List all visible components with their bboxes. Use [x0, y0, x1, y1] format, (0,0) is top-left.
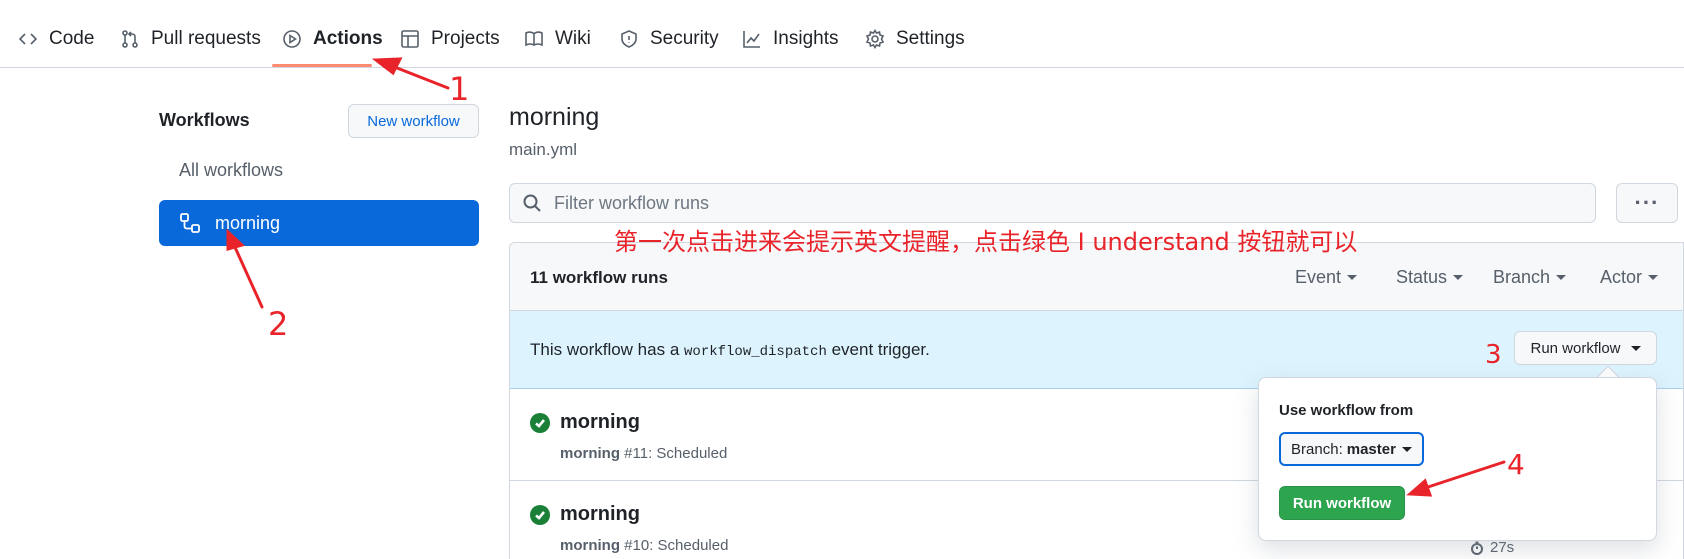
dispatch-code: workflow_dispatch: [684, 344, 827, 360]
run-event: : Scheduled: [649, 537, 729, 554]
run-workflow-label: Run workflow: [1530, 339, 1621, 357]
run-event: : Scheduled: [648, 445, 728, 462]
annotation-note: 第一次点击进来会提示英文提醒，点击绿色 I understand 按钮就可以: [614, 228, 1358, 256]
annotation-number-4: 4: [1507, 448, 1525, 481]
graph-icon: [743, 31, 760, 48]
tab-security[interactable]: Security: [619, 24, 719, 54]
filter-label: Event: [1295, 267, 1342, 287]
annotation-number-3: 3: [1485, 340, 1502, 370]
workflow-title: morning: [509, 103, 600, 131]
tab-projects[interactable]: Projects: [400, 24, 500, 54]
status-filter-dropdown[interactable]: Status: [1396, 267, 1464, 288]
filter-label: Branch: [1493, 267, 1551, 287]
active-tab-indicator: [272, 64, 372, 67]
sidebar-item-morning[interactable]: morning: [159, 200, 479, 246]
tab-settings[interactable]: Settings: [865, 24, 965, 54]
runs-count: 11 workflow runs: [530, 268, 668, 287]
gear-icon: [865, 29, 885, 49]
workflow-file-link[interactable]: main.yml: [509, 140, 577, 160]
tab-label: Wiki: [555, 28, 591, 49]
tab-code[interactable]: Code: [18, 24, 94, 54]
sidebar-item-all-workflows[interactable]: All workflows: [179, 160, 283, 181]
more-options-button[interactable]: ···: [1616, 183, 1678, 223]
chevron-down-icon: [1648, 275, 1659, 280]
pull-request-icon: [122, 30, 138, 48]
workflows-heading: Workflows: [159, 110, 250, 130]
dispatch-prefix: This workflow has a: [530, 340, 680, 359]
run-workflow-name: morning: [560, 445, 620, 462]
filter-runs-field[interactable]: [509, 183, 1596, 223]
run-workflow-submit-button[interactable]: Run workflow: [1279, 486, 1405, 520]
filter-runs-input[interactable]: [554, 192, 1554, 214]
repo-nav: Code Pull requests Actions Projects Wiki…: [0, 0, 1684, 68]
branch-filter-dropdown[interactable]: Branch: [1493, 267, 1567, 288]
run-workflow-popover: Use workflow from Branch: master Run work…: [1258, 377, 1657, 541]
annotation-arrow-2: [232, 243, 264, 309]
shield-icon: [621, 30, 637, 48]
tab-insights[interactable]: Insights: [742, 24, 838, 54]
tab-label: Security: [650, 28, 719, 49]
run-duration-value: 27s: [1490, 539, 1515, 556]
code-icon: [18, 33, 38, 45]
success-check-icon: [530, 413, 550, 433]
event-filter-dropdown[interactable]: Event: [1295, 267, 1358, 288]
dispatch-message: This workflow has a workflow_dispatch ev…: [530, 340, 930, 360]
success-check-icon: [530, 505, 550, 525]
dispatch-suffix: event trigger.: [831, 340, 930, 359]
search-icon: [523, 194, 541, 212]
workflow-icon: [180, 213, 200, 233]
tab-label: Insights: [773, 28, 839, 49]
annotation-number-2: 2: [268, 305, 289, 343]
filter-label: Actor: [1600, 267, 1643, 287]
chevron-down-icon: [1556, 275, 1567, 280]
tab-actions[interactable]: Actions: [282, 24, 383, 54]
tab-pull-requests[interactable]: Pull requests: [120, 24, 261, 54]
run-duration: 27s: [1470, 539, 1514, 556]
run-title[interactable]: morning: [560, 503, 640, 526]
book-icon: [525, 31, 543, 47]
run-number: #11: [624, 445, 649, 462]
annotation-number-1: 1: [449, 70, 470, 108]
new-workflow-button[interactable]: New workflow: [348, 104, 479, 138]
run-workflow-dropdown-button[interactable]: Run workflow: [1514, 331, 1657, 365]
tab-label: Code: [49, 28, 95, 49]
run-title[interactable]: morning: [560, 411, 640, 434]
branch-select-button[interactable]: Branch: master: [1279, 432, 1424, 466]
tab-wiki[interactable]: Wiki: [524, 24, 591, 54]
stopwatch-icon: [1471, 541, 1483, 555]
branch-name: master: [1346, 440, 1396, 458]
tab-label: Actions: [313, 28, 383, 49]
actor-filter-dropdown[interactable]: Actor: [1600, 267, 1659, 288]
run-workflow-name: morning: [560, 537, 620, 554]
filter-label: Status: [1396, 267, 1448, 287]
play-icon: [283, 30, 301, 48]
chevron-down-icon: [1401, 446, 1412, 452]
chevron-down-icon: [1630, 345, 1641, 351]
tab-label: Projects: [431, 28, 500, 49]
run-meta: morning #11: Scheduled: [560, 445, 727, 462]
run-meta: morning #10: Scheduled: [560, 537, 728, 554]
chevron-down-icon: [1453, 275, 1464, 280]
run-number: #10: [624, 537, 650, 554]
tab-label: Pull requests: [151, 28, 261, 49]
table-icon: [401, 30, 419, 48]
sidebar-item-label: morning: [215, 212, 281, 233]
tab-label: Settings: [896, 28, 965, 49]
branch-prefix: Branch:: [1291, 440, 1343, 458]
chevron-down-icon: [1347, 275, 1358, 280]
use-workflow-from-label: Use workflow from: [1279, 402, 1414, 419]
annotation-arrow-1: [390, 64, 450, 90]
